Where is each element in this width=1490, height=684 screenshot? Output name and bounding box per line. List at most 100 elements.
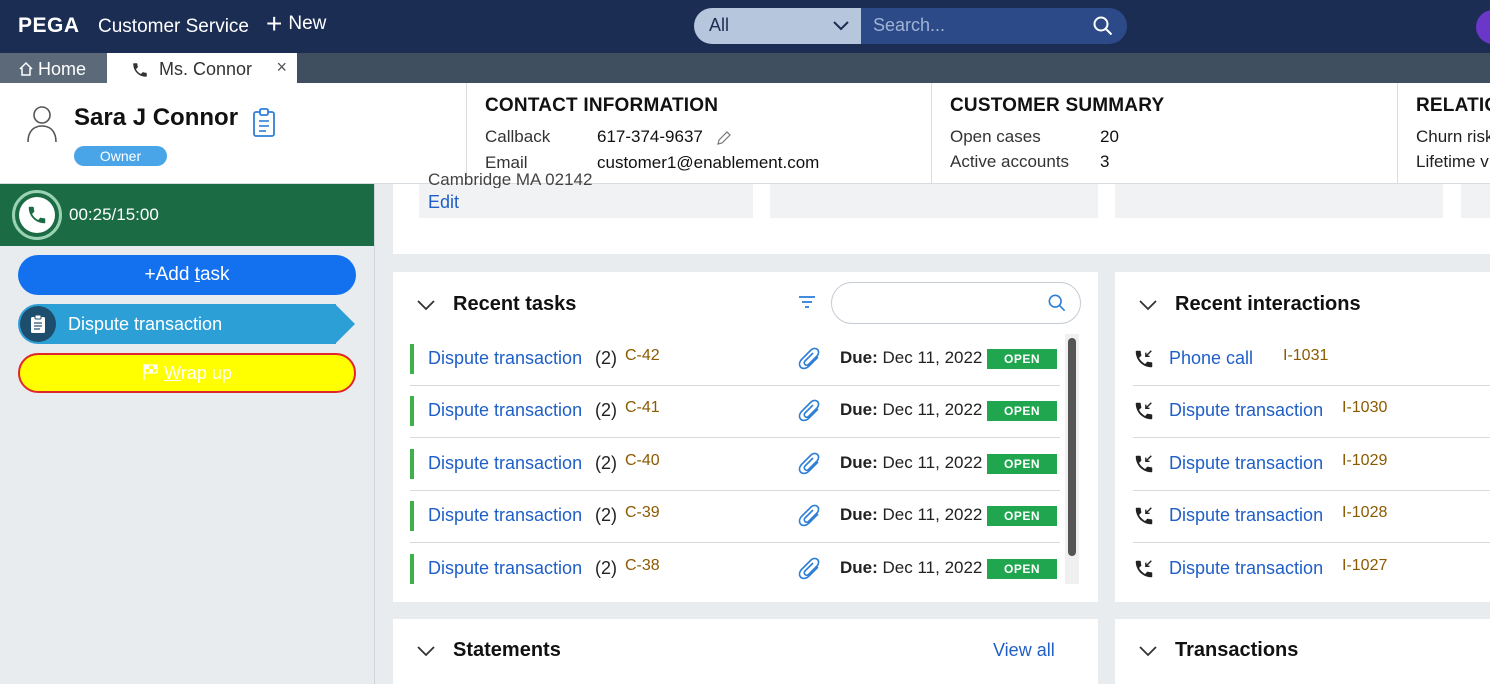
relationship-title: RELATIO <box>1416 95 1490 116</box>
close-tab-icon[interactable]: × <box>276 57 287 78</box>
paperclip-icon[interactable] <box>798 451 822 477</box>
wrap-up-button[interactable]: Wrap up <box>18 353 356 393</box>
wrap-up-label: rap up <box>180 363 232 383</box>
callback-label: Callback <box>485 127 551 146</box>
task-row: Dispute transaction (2) C-42 Due: Dec 11… <box>410 334 1060 386</box>
task-link[interactable]: Dispute transaction <box>428 400 582 421</box>
profile-strip: Cambridge MA 02142 Edit <box>393 170 1490 254</box>
status-badge: OPEN <box>987 559 1057 579</box>
statements-title: Statements <box>453 639 561 661</box>
global-search: All Search... <box>694 8 1127 44</box>
recent-interactions-header[interactable]: Recent interactions <box>1139 293 1361 316</box>
interaction-id: I-1031 <box>1283 347 1329 364</box>
checkered-flag-icon <box>143 364 158 380</box>
new-button[interactable]: + New <box>266 8 327 39</box>
interaction-link[interactable]: Phone call <box>1169 348 1253 369</box>
task-count: (2) <box>595 505 617 525</box>
interaction-link[interactable]: Dispute transaction <box>1169 400 1323 421</box>
task-link[interactable]: Dispute transaction <box>428 558 582 579</box>
task-count: (2) <box>595 453 617 473</box>
churn-risk-label: Churn risk <box>1416 127 1490 146</box>
task-due: Due: Dec 11, 2022 <box>840 348 983 367</box>
interaction-row: Dispute transaction I-1030 <box>1133 386 1490 438</box>
task-link[interactable]: Dispute transaction <box>428 505 582 526</box>
statements-header[interactable]: Statements <box>417 639 561 662</box>
filter-icon[interactable] <box>798 295 816 311</box>
open-cases-label: Open cases <box>950 127 1041 146</box>
dispute-transaction-step[interactable]: Dispute transaction <box>18 304 356 344</box>
phone-icon <box>133 63 147 77</box>
lifetime-value-label: Lifetime v <box>1416 152 1489 171</box>
workspace-tabs: Home Ms. Connor × <box>0 53 1490 83</box>
new-button-label: New <box>288 13 327 34</box>
plus-icon: + <box>266 8 283 39</box>
profile-card-3 <box>1115 184 1443 218</box>
tasks-scrollbar[interactable] <box>1065 334 1079 584</box>
interaction-link[interactable]: Dispute transaction <box>1169 558 1323 579</box>
active-accounts-value: 3 <box>1100 152 1110 171</box>
recent-tasks-card: Recent tasks Dispute transaction (2) C-4… <box>393 272 1098 602</box>
interaction-id: I-1027 <box>1342 557 1388 574</box>
task-row: Dispute transaction (2) C-38 Due: Dec 11… <box>410 544 1060 596</box>
interaction-link[interactable]: Dispute transaction <box>1169 505 1323 526</box>
customer-summary-title: CUSTOMER SUMMARY <box>950 95 1165 116</box>
address-card: Cambridge MA 02142 <box>419 170 753 218</box>
active-accounts-row: Active accounts 3 <box>950 152 1109 172</box>
search-icon[interactable] <box>1093 16 1113 36</box>
relationship-section: RELATIO Churn risk Lifetime v <box>1397 83 1490 183</box>
paperclip-icon[interactable] <box>798 398 822 424</box>
clipboard-icon[interactable] <box>252 108 276 138</box>
interaction-row: Dispute transaction I-1027 <box>1133 544 1490 596</box>
transactions-title: Transactions <box>1175 639 1299 661</box>
call-timer-ring[interactable] <box>12 190 62 240</box>
task-link[interactable]: Dispute transaction <box>428 453 582 474</box>
statements-card: Statements View all <box>393 619 1098 684</box>
search-scope-select[interactable]: All <box>694 8 861 44</box>
status-badge: OPEN <box>987 401 1057 421</box>
interaction-id: I-1030 <box>1342 399 1388 416</box>
customer-header: Sara J Connor Owner CONTACT INFORMATION … <box>0 83 1490 184</box>
search-icon <box>1048 294 1066 312</box>
transactions-header[interactable]: Transactions <box>1139 639 1298 662</box>
user-avatar[interactable] <box>1476 10 1490 44</box>
interaction-row: Dispute transaction I-1029 <box>1133 439 1490 491</box>
task-id: C-42 <box>625 347 660 364</box>
recent-tasks-header[interactable]: Recent tasks <box>417 293 576 316</box>
paperclip-icon[interactable] <box>798 346 822 372</box>
add-task-button[interactable]: +Add task <box>18 255 356 295</box>
search-input[interactable]: Search... <box>861 8 1127 44</box>
task-id: C-41 <box>625 399 660 416</box>
plus-icon: + <box>144 264 156 285</box>
pencil-icon[interactable] <box>716 130 732 146</box>
interaction-link[interactable]: Dispute transaction <box>1169 453 1323 474</box>
tab-home[interactable]: Home <box>0 53 107 83</box>
task-link[interactable]: Dispute transaction <box>428 348 582 369</box>
phone-incoming-icon <box>1135 560 1153 578</box>
add-task-label: Add <box>155 264 195 285</box>
view-all-statements-link[interactable]: View all <box>993 640 1055 661</box>
profile-card-4 <box>1461 184 1490 218</box>
app-name: Customer Service <box>98 16 249 37</box>
paperclip-icon[interactable] <box>798 503 822 529</box>
paperclip-icon[interactable] <box>798 556 822 582</box>
recent-interactions-card: Recent interactions Phone call I-1031 Di… <box>1115 272 1490 602</box>
recent-interactions-title: Recent interactions <box>1175 293 1361 315</box>
task-due: Due: Dec 11, 2022 <box>840 400 983 419</box>
profile-card-2 <box>770 184 1098 218</box>
recent-tasks-search-input[interactable] <box>831 282 1081 324</box>
contact-information-title: CONTACT INFORMATION <box>485 95 719 116</box>
dispute-transaction-label: Dispute transaction <box>68 314 223 334</box>
home-icon <box>19 61 33 76</box>
interaction-id: I-1029 <box>1342 452 1388 469</box>
tab-ms-connor[interactable]: Ms. Connor × <box>107 53 297 83</box>
task-count: (2) <box>595 348 617 368</box>
clipboard-icon <box>20 306 56 342</box>
scrollbar-thumb[interactable] <box>1068 338 1076 556</box>
customer-name: Sara J Connor <box>74 104 239 131</box>
call-timer: 00:25/15:00 <box>69 205 159 224</box>
edit-address-link[interactable]: Edit <box>428 192 459 213</box>
pega-logo[interactable]: PEGA <box>18 14 80 38</box>
status-badge: OPEN <box>987 454 1057 474</box>
task-due: Due: Dec 11, 2022 <box>840 453 983 472</box>
chevron-down-icon <box>1139 645 1157 656</box>
